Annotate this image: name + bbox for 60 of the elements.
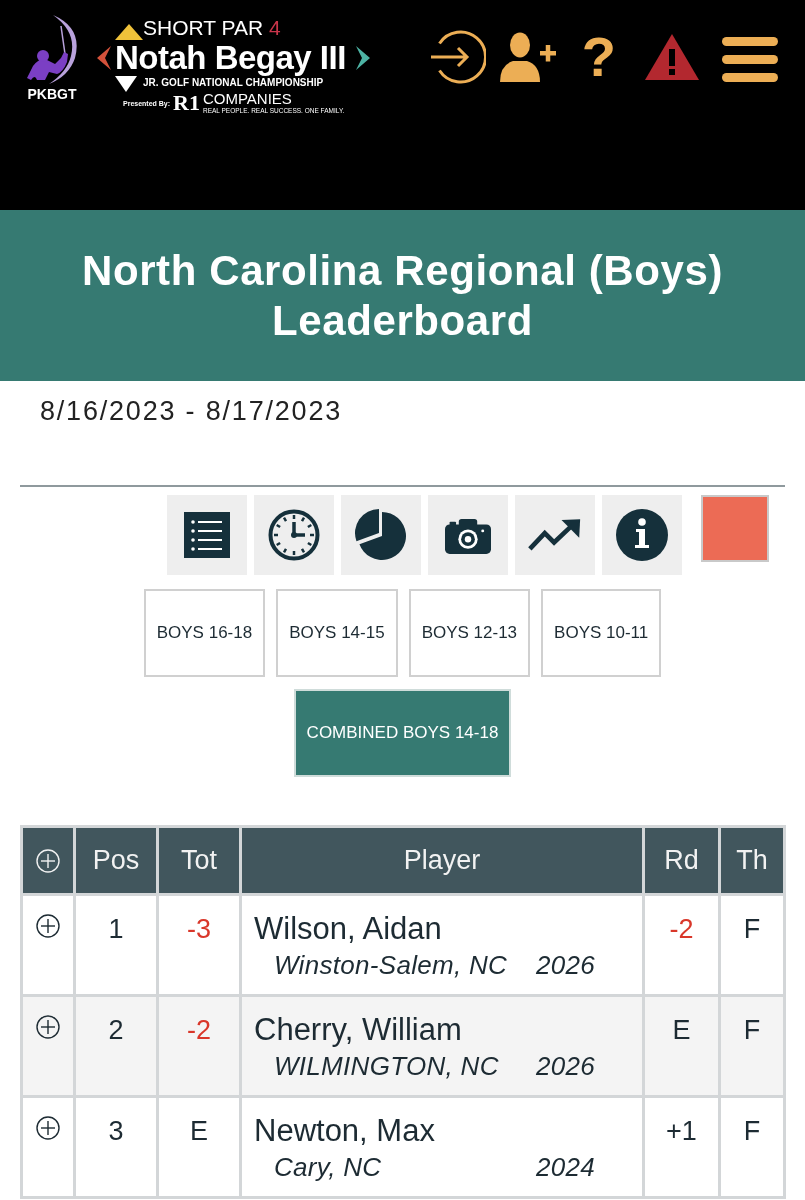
thru-cell: F <box>719 995 785 1097</box>
menu-icon[interactable] <box>722 37 778 83</box>
table-header-cell: Th <box>719 826 785 895</box>
camera-button[interactable] <box>428 495 508 575</box>
help-button[interactable]: ? <box>581 29 616 85</box>
thru-cell: F <box>719 1096 785 1198</box>
position-cell: 3 <box>74 1096 158 1198</box>
grad-year-text: 2026 <box>536 1050 596 1082</box>
round-score-cell: E <box>643 995 720 1097</box>
division-tab[interactable]: BOYS 16-18 <box>143 589 266 677</box>
total-score-cell: -2 <box>157 995 241 1097</box>
info-icon <box>616 509 668 561</box>
event-subtitle: JR. GOLF NATIONAL CHAMPIONSHIP <box>143 77 325 90</box>
trend-button[interactable] <box>515 495 595 575</box>
table-header-cell: Pos <box>74 826 158 895</box>
grad-year-text: 2026 <box>536 949 596 981</box>
player-name[interactable]: Newton, Max <box>254 1114 435 1148</box>
add-user-icon[interactable] <box>499 32 558 82</box>
table-header-cell: Player <box>240 826 644 895</box>
pie-chart-button[interactable] <box>341 495 421 575</box>
down-triangle-icon <box>115 76 137 92</box>
position-cell: 2 <box>74 995 158 1097</box>
expand-icon[interactable] <box>36 1116 60 1140</box>
round-score-cell: +1 <box>643 1096 720 1198</box>
pie-chart-icon <box>355 509 407 561</box>
hometown-text: Winston-Salem, NC <box>274 949 508 981</box>
division-tab[interactable]: BOYS 10-11 <box>541 589 662 677</box>
division-tab[interactable]: BOYS 14-15 <box>276 589 398 677</box>
sponsor-mark: R1 <box>173 92 200 114</box>
expand-icon[interactable] <box>36 914 60 938</box>
list-view-button[interactable] <box>167 495 247 575</box>
camera-icon <box>445 516 491 554</box>
total-score-cell: E <box>157 1096 241 1198</box>
swatch-button[interactable] <box>701 495 769 562</box>
clock-button[interactable] <box>254 495 334 575</box>
player-name[interactable]: Wilson, Aidan <box>254 912 442 946</box>
page-title: North Carolina Regional (Boys) Leaderboard <box>80 245 725 346</box>
clock-icon <box>268 509 320 561</box>
logo-tagline: SHORT PAR 4 <box>143 16 282 40</box>
date-range: 8/16/2023 - 8/17/2023 <box>39 395 344 426</box>
info-button[interactable] <box>602 495 682 575</box>
table-header-cell: Rd <box>643 826 720 895</box>
org-name: PKBGT <box>27 87 77 102</box>
up-triangle-icon <box>115 24 143 40</box>
expand-icon[interactable] <box>36 1015 60 1039</box>
trend-arrow-icon <box>528 519 582 551</box>
expand-all-icon[interactable] <box>36 848 60 873</box>
sponsor-name: COMPANIES <box>202 91 293 107</box>
hometown-text: WILMINGTON, NC <box>274 1050 499 1082</box>
division-tab[interactable]: BOYS 12-13 <box>408 589 531 677</box>
grad-year-text: 2024 <box>536 1151 596 1183</box>
right-arrowhead-icon <box>356 46 370 70</box>
sign-in-icon[interactable] <box>429 29 486 85</box>
left-arrowhead-icon <box>97 46 111 70</box>
hometown-text: Cary, NC <box>274 1151 382 1183</box>
player-name[interactable]: Cherry, William <box>254 1013 462 1047</box>
warning-icon[interactable] <box>644 33 700 81</box>
division-tab[interactable]: COMBINED BOYS 14-18 <box>293 689 512 777</box>
list-icon <box>184 512 230 558</box>
table-header-cell: Tot <box>157 826 241 895</box>
